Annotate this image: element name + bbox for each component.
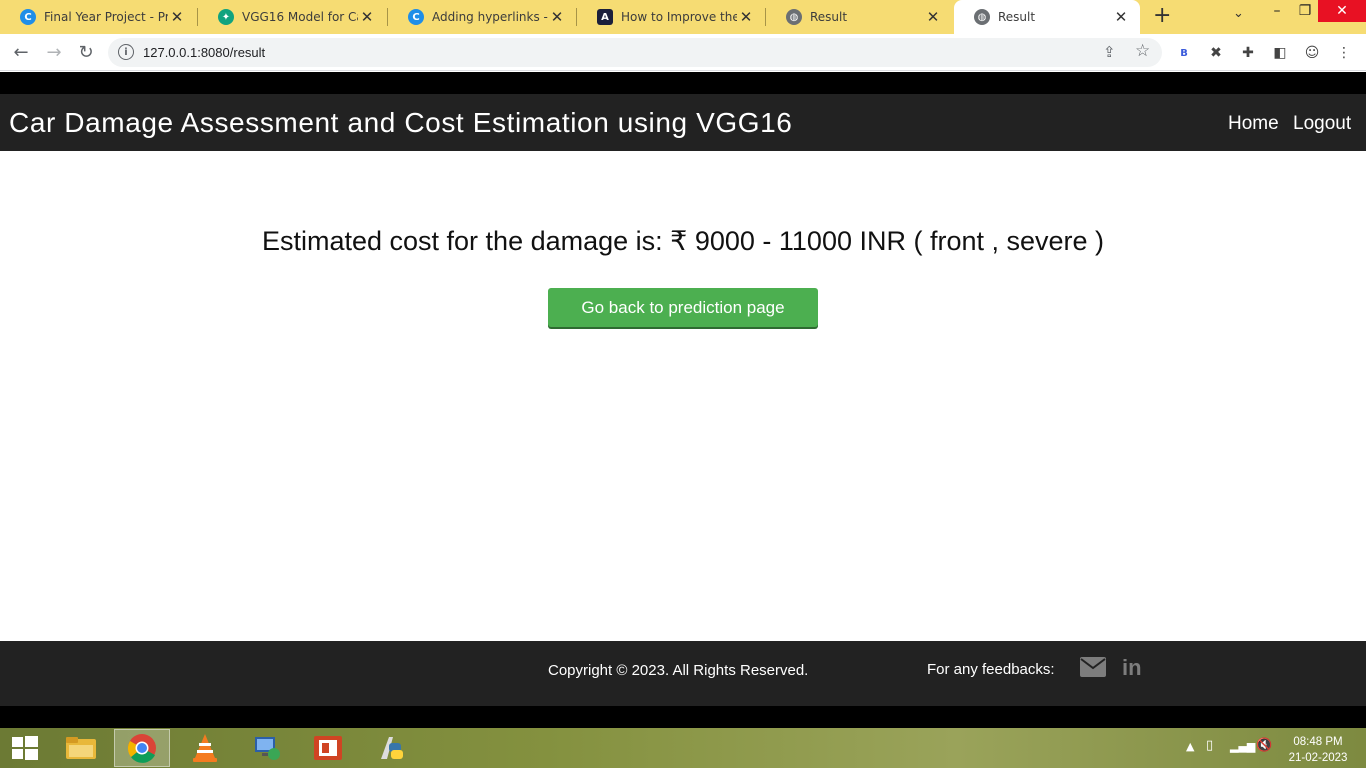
close-icon[interactable]: ✕ (1112, 8, 1130, 26)
tab-6-active[interactable]: ◍ Result ✕ (954, 0, 1140, 34)
profile-avatar-icon[interactable]: ☺ (1302, 43, 1322, 63)
windows-taskbar: ▲ ▯ ▂▄▆ 🔇 08:48 PM 21-02-2023 (0, 728, 1366, 768)
volume-muted-icon[interactable]: 🔇 (1256, 738, 1272, 753)
address-bar[interactable]: i 127.0.0.1:8080/result ⇪ ☆ (108, 38, 1162, 67)
browser-toolbar: ← → ↻ i 127.0.0.1:8080/result ⇪ ☆ B ✖ ✚ … (0, 34, 1366, 71)
close-icon[interactable]: ✕ (924, 8, 942, 26)
tab-5[interactable]: ◍ Result ✕ (766, 0, 952, 34)
tab-2[interactable]: ✦ VGG16 Model for Car D ✕ (198, 0, 386, 34)
extension-b-icon[interactable]: B (1174, 43, 1194, 63)
nav-home-link[interactable]: Home (1228, 113, 1279, 135)
signal-icon[interactable]: ▂▄▆ (1230, 740, 1255, 753)
vlc-icon[interactable] (177, 729, 233, 767)
copyright-text: Copyright © 2023. All Rights Reserved. (548, 662, 809, 679)
linkedin-icon[interactable]: in (1122, 655, 1142, 681)
restore-icon[interactable]: ❐ (1292, 0, 1318, 22)
url-text[interactable]: 127.0.0.1:8080/result (143, 45, 265, 60)
tab-4[interactable]: A How to Improve the Ac ✕ (577, 0, 765, 34)
menu-kebab-icon[interactable]: ⋮ (1334, 43, 1354, 63)
chatgpt-icon: ✦ (218, 9, 234, 25)
feedback-label: For any feedbacks: (927, 661, 1055, 678)
tray-expand-icon[interactable]: ▲ (1186, 740, 1194, 753)
battery-icon[interactable]: ▯ (1206, 738, 1213, 753)
browser-tab-strip: C Final Year Project - Pres ✕ ✦ VGG16 Mo… (0, 0, 1366, 34)
chevron-down-icon[interactable]: ⌄ (1233, 6, 1244, 21)
back-to-prediction-button[interactable]: Go back to prediction page (548, 288, 818, 327)
python-launcher-icon[interactable] (362, 729, 418, 767)
nav-logout-link[interactable]: Logout (1293, 113, 1351, 135)
brand-title: Car Damage Assessment and Cost Estimatio… (9, 107, 793, 138)
envelope-icon[interactable] (1080, 657, 1106, 677)
back-arrow-icon[interactable]: ← (9, 40, 33, 64)
bookmark-star-icon[interactable]: ☆ (1135, 41, 1150, 61)
start-icon[interactable] (0, 729, 50, 767)
close-icon[interactable]: ✕ (737, 8, 755, 26)
clock-date: 21-02-2023 (1288, 752, 1348, 764)
tab-title: Final Year Project - Pres (44, 10, 168, 24)
tab-title: How to Improve the Ac (621, 10, 737, 24)
page-bottom-band (0, 706, 1366, 728)
powerpoint-icon[interactable] (300, 729, 356, 767)
close-icon[interactable]: ✕ (548, 8, 566, 26)
tab-title: VGG16 Model for Car D (242, 10, 358, 24)
close-icon[interactable]: ✕ (168, 8, 186, 26)
new-tab-icon[interactable]: + (1153, 3, 1171, 28)
page-top-band (0, 72, 1366, 94)
tab-title: Result (810, 10, 848, 24)
canva-icon: C (408, 9, 424, 25)
network-icon[interactable] (239, 729, 295, 767)
file-explorer-icon[interactable] (53, 729, 109, 767)
forward-arrow-icon[interactable]: → (42, 40, 66, 64)
globe-icon: ◍ (974, 9, 990, 25)
reload-icon[interactable]: ↻ (74, 40, 98, 64)
extension-game-icon[interactable]: ✖ (1206, 43, 1226, 63)
estimated-cost-text: Estimated cost for the damage is: ₹ 9000… (261, 226, 1105, 256)
globe-icon: ◍ (786, 9, 802, 25)
close-icon[interactable]: ✕ (358, 8, 376, 26)
chrome-icon[interactable] (114, 729, 170, 767)
analytics-vidhya-icon: A (597, 9, 613, 25)
tab-3[interactable]: C Adding hyperlinks - Ca ✕ (388, 0, 576, 34)
navbar: Car Damage Assessment and Cost Estimatio… (0, 94, 1366, 151)
footer: Copyright © 2023. All Rights Reserved. F… (0, 641, 1366, 706)
tab-1[interactable]: C Final Year Project - Pres ✕ (0, 0, 196, 34)
puzzle-icon[interactable]: ✚ (1238, 43, 1258, 63)
side-panel-icon[interactable]: ◧ (1270, 43, 1290, 63)
minimize-icon[interactable]: – (1262, 0, 1292, 22)
clock-time: 08:48 PM (1293, 736, 1343, 748)
share-icon[interactable]: ⇪ (1103, 43, 1116, 61)
system-clock[interactable]: 08:48 PM 21-02-2023 (1276, 734, 1360, 766)
info-icon[interactable]: i (118, 44, 134, 60)
canva-icon: C (20, 9, 36, 25)
tab-title: Result (998, 10, 1036, 24)
tab-title: Adding hyperlinks - Ca (432, 10, 548, 24)
window-close-icon[interactable]: ✕ (1318, 0, 1366, 22)
